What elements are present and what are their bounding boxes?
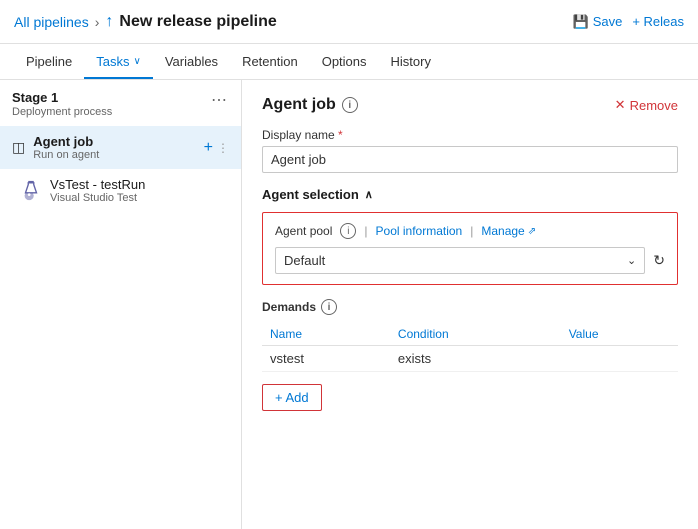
agent-selection-chevron[interactable]: ∧ (365, 188, 373, 201)
top-bar-actions: 💾 Save + Releas (573, 14, 685, 30)
vstest-title: VsTest - testRun (50, 177, 145, 192)
demand-condition: exists (390, 346, 561, 372)
external-link-icon: ⇗ (528, 226, 536, 237)
remove-button[interactable]: ✕ Remove (615, 97, 678, 113)
tab-retention[interactable]: Retention (230, 46, 310, 79)
demand-value (561, 346, 678, 372)
agent-pool-label: Agent pool (275, 224, 332, 238)
agent-job-sub: Run on agent (33, 149, 99, 161)
stage-info: Stage 1 Deployment process (12, 90, 112, 118)
remove-x-icon: ✕ (615, 97, 626, 113)
manage-link[interactable]: Manage ⇗ (481, 224, 536, 238)
drag-handle[interactable]: ⋮ (217, 141, 229, 155)
agent-job-actions: + ⋮ (204, 139, 229, 157)
sep-1: | (364, 224, 367, 238)
agent-job-info-icon[interactable]: i (342, 97, 358, 113)
content-header: Agent job i ✕ Remove (262, 96, 678, 114)
tasks-caret: ∨ (134, 56, 141, 67)
sidebar-agent-job[interactable]: ◫ Agent job Run on agent + ⋮ (0, 126, 241, 169)
demands-info-icon[interactable]: i (321, 299, 337, 315)
tab-history[interactable]: History (379, 46, 443, 79)
tab-variables[interactable]: Variables (153, 46, 230, 79)
agent-job-info: Agent job Run on agent (33, 134, 99, 161)
breadcrumb-separator: › (95, 14, 100, 30)
content-title: Agent job i (262, 96, 358, 114)
table-row: vstest exists (262, 346, 678, 372)
pool-selected-value: Default (284, 253, 325, 268)
demand-name: vstest (262, 346, 390, 372)
vstest-flask-icon (20, 180, 42, 202)
agent-pool-header: Agent pool i | Pool information | Manage… (275, 223, 665, 239)
tab-pipeline[interactable]: Pipeline (14, 46, 84, 79)
sep-2: | (470, 224, 473, 238)
display-name-required: * (338, 128, 343, 142)
pool-select-dropdown[interactable]: Default ⌄ (275, 247, 645, 274)
pool-dropdown-caret: ⌄ (627, 254, 636, 267)
top-bar: All pipelines › ↑ New release pipeline 💾… (0, 0, 698, 44)
save-label: Save (593, 14, 623, 29)
demands-table: Name Condition Value vstest exists (262, 323, 678, 372)
vstest-sub: Visual Studio Test (50, 192, 145, 204)
sidebar: Stage 1 Deployment process ⋯ ◫ Agent job… (0, 80, 242, 529)
display-name-input[interactable] (262, 146, 678, 173)
breadcrumb-area: All pipelines › ↑ New release pipeline (14, 13, 277, 31)
pipeline-title: New release pipeline (119, 13, 276, 31)
pool-information-link[interactable]: Pool information (376, 224, 463, 238)
content-area: Agent job i ✕ Remove Display name * Agen… (242, 80, 698, 529)
content-title-text: Agent job (262, 96, 336, 114)
nav-tabs: Pipeline Tasks ∨ Variables Retention Opt… (0, 44, 698, 80)
pipeline-icon: ↑ (105, 13, 113, 31)
save-icon: 💾 (573, 14, 589, 30)
agent-pool-info-icon[interactable]: i (340, 223, 356, 239)
remove-label: Remove (630, 98, 678, 113)
release-button[interactable]: + Releas (632, 14, 684, 29)
agent-job-add-button[interactable]: + (204, 139, 213, 157)
sidebar-vstest[interactable]: VsTest - testRun Visual Studio Test (0, 169, 241, 212)
add-demand-label: + Add (275, 390, 309, 405)
agent-job-left: ◫ Agent job Run on agent (12, 134, 99, 161)
add-demand-button[interactable]: + Add (262, 384, 322, 411)
stage-title: Stage 1 (12, 90, 112, 105)
breadcrumb-all-pipelines[interactable]: All pipelines (14, 14, 89, 30)
agent-job-icon: ◫ (12, 139, 25, 156)
tab-options[interactable]: Options (310, 46, 379, 79)
stage-sub: Deployment process (12, 106, 112, 118)
vstest-info: VsTest - testRun Visual Studio Test (50, 177, 145, 204)
stage-header: Stage 1 Deployment process ⋯ (0, 80, 241, 126)
demands-title: Demands i (262, 299, 678, 315)
col-name: Name (262, 323, 390, 346)
save-button[interactable]: 💾 Save (573, 14, 623, 30)
agent-job-title: Agent job (33, 134, 99, 149)
col-value: Value (561, 323, 678, 346)
agent-pool-box: Agent pool i | Pool information | Manage… (262, 212, 678, 285)
stage-ellipsis-button[interactable]: ⋯ (209, 90, 229, 110)
col-condition: Condition (390, 323, 561, 346)
display-name-label: Display name * (262, 128, 678, 142)
pool-refresh-button[interactable]: ↻ (653, 252, 665, 269)
agent-selection-title: Agent selection ∧ (262, 187, 678, 202)
pool-select-row: Default ⌄ ↻ (275, 247, 665, 274)
tab-tasks[interactable]: Tasks ∨ (84, 46, 153, 79)
main-layout: Stage 1 Deployment process ⋯ ◫ Agent job… (0, 80, 698, 529)
